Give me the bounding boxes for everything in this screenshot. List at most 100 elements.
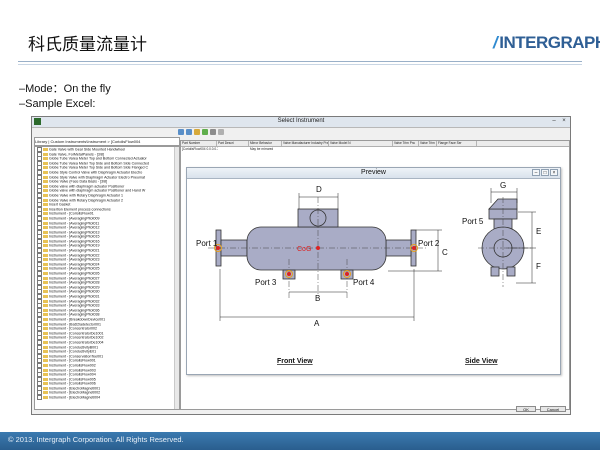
table-cell[interactable] [217,147,250,152]
folder-icon [43,359,48,363]
filter-icon[interactable] [218,129,224,135]
expand-icon[interactable] [37,395,42,401]
folder-icon [43,295,48,298]
copyright-text: © 2013. Intergraph Corporation. All Righ… [8,435,184,444]
folder-icon [43,152,48,156]
preview-minimize-button[interactable]: – [532,169,540,176]
folder-icon [43,216,48,220]
column-header[interactable]: Valve Model N [329,141,393,146]
column-header[interactable]: Mirror Behavior [249,141,282,146]
cog-marker [316,246,320,250]
table-cell[interactable] [419,147,438,152]
path-field[interactable]: Library | Custom Instruments\Instrument … [34,137,180,146]
folder-icon [43,244,48,248]
ok-button[interactable]: OK [516,406,536,412]
minimize-button[interactable]: – [550,118,558,125]
table-cell[interactable]: May be mirrored [249,147,283,152]
tree-scrollbar[interactable] [174,147,179,409]
refresh-icon[interactable] [202,129,208,135]
folder-icon [43,340,48,344]
close-window-button[interactable]: × [560,118,568,125]
folder-icon [43,304,48,308]
folder-icon [43,272,48,276]
folder-icon [43,258,48,262]
column-header[interactable]: Valve Manufacturer Industry Pra [282,141,329,146]
dim-b-label: B [315,294,320,303]
table-cell[interactable] [329,147,394,152]
folder-icon [43,148,48,151]
preview-window: Preview – □ × D B A C Port 1 Port 2 Port… [186,167,561,375]
folder-icon [43,322,48,326]
dim-g-label: G [500,181,506,190]
cancel-button[interactable]: Cancel [540,406,566,412]
table-cell[interactable]: [CoriolisFlow004 0.0.0.0.75 [181,147,218,152]
folder-icon [43,368,48,372]
port3-marker [287,272,291,276]
dim-a-label: A [314,319,320,328]
folder-icon [43,354,48,358]
port3-label: Port 3 [255,278,277,287]
folder-icon [43,226,48,230]
header-divider [18,61,582,62]
cog-label: CoG [297,246,311,253]
folder-icon [43,166,48,170]
folder-icon [43,373,48,377]
coriolis-drawing: D B A C Port 1 Port 2 Port 3 Port 4 CoG … [196,181,541,365]
folder-icon [43,189,48,193]
preview-maximize-button[interactable]: □ [541,169,549,176]
folder-icon [43,253,48,257]
folder-icon [43,221,48,225]
folder-icon [43,267,48,271]
folder-icon [43,363,48,367]
dim-f-label: F [536,262,541,271]
folder-icon [43,336,48,340]
folder-icon [43,249,48,253]
folder-up-icon[interactable] [194,129,200,135]
folder-icon [43,290,48,294]
header-divider-2 [18,64,582,65]
tree-item[interactable]: Instrument - [ElectroMagneti004 [35,395,179,401]
folder-icon [43,175,48,179]
folder-icon [43,184,48,188]
table-cell[interactable] [437,147,478,152]
folder-icon [43,350,48,354]
dim-e-label: E [536,227,541,236]
forward-icon[interactable] [186,129,192,135]
table-row[interactable]: [CoriolisFlow004 0.0.0.0.75 May be mirror… [181,147,569,152]
folder-icon [43,317,48,321]
column-header[interactable]: Valve Trim [419,141,437,146]
table-cell[interactable] [282,147,330,152]
column-header[interactable]: Part Descri [217,141,249,146]
logo-text: INTERGRAPH [499,33,600,52]
folder-icon [43,212,48,216]
front-view-label: Front View [277,358,313,365]
catalog-tree[interactable]: Gate Valve with Gear Side Mounted Handwh… [34,146,180,410]
column-header[interactable]: Part Number [181,141,217,146]
window-title: Select Instrument [277,118,325,124]
window-titlebar: Select Instrument – × [32,117,570,128]
view-icon[interactable] [210,129,216,135]
side-view-label: Side View [465,358,498,365]
back-icon[interactable] [178,129,184,135]
column-header[interactable]: Valve Trim Pra [393,141,419,146]
bullet-sample-excel: –Sample Excel: [19,98,96,110]
tree-rows: Gate Valve with Gear Side Mounted Handwh… [35,147,179,401]
table-cell[interactable] [393,147,420,152]
column-header[interactable]: Flange Face Ser [437,141,477,146]
folder-icon [43,391,48,395]
port1-label: Port 1 [196,239,218,248]
folder-icon [43,198,48,202]
dim-d-label: D [316,185,322,194]
side-foot-right [506,266,516,277]
dim-c-label: C [442,248,448,257]
footer-bar: © 2013. Intergraph Corporation. All Righ… [0,432,600,450]
preview-titlebar: Preview – □ × [187,168,560,179]
folder-icon [43,207,48,211]
folder-icon [43,396,48,400]
tree-item-label: Instrument - [ElectroMagneti004 [49,395,101,400]
folder-icon [43,170,48,174]
toolbar [32,128,570,137]
preview-close-button[interactable]: × [550,169,558,176]
preview-drawing-area: D B A C Port 1 Port 2 Port 3 Port 4 CoG … [188,179,559,373]
slide-title: 科氏质量流量计 [28,35,147,54]
